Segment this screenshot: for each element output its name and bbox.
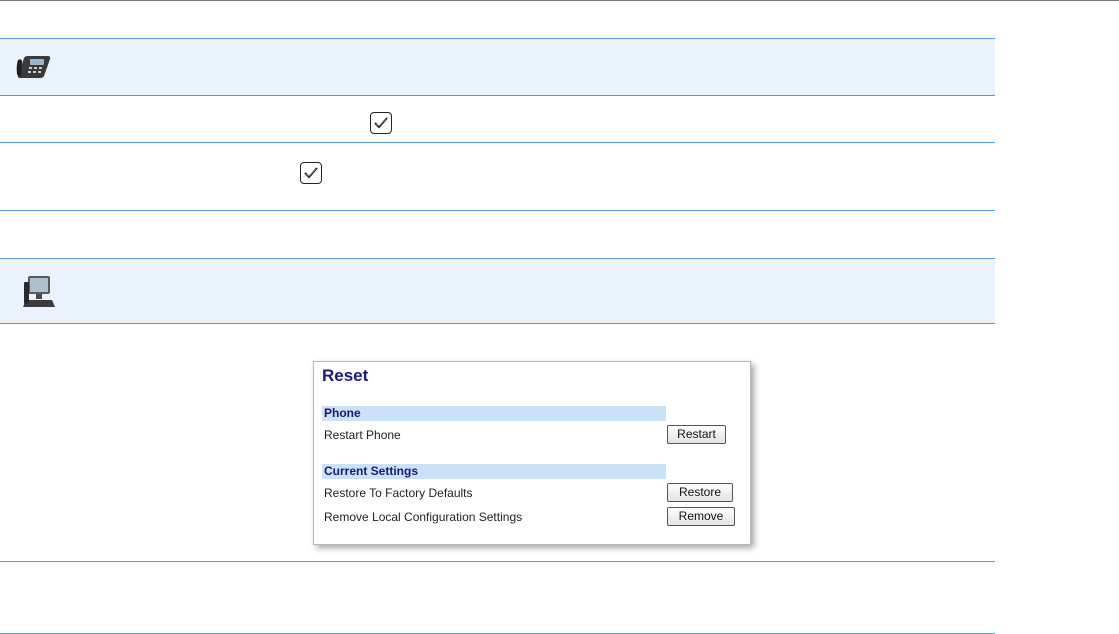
table-rule [0, 323, 995, 324]
restore-button[interactable]: Restore [667, 483, 733, 502]
table-rule [0, 210, 995, 211]
remove-local-config-label: Remove Local Configuration Settings [324, 510, 523, 524]
restore-defaults-label: Restore To Factory Defaults [324, 486, 473, 500]
top-rule [0, 0, 1119, 1]
table-rule [0, 561, 995, 562]
restart-phone-label: Restart Phone [324, 428, 401, 442]
table-rule [0, 38, 995, 39]
table-rule [0, 142, 995, 143]
ip-phone-icon [14, 54, 52, 85]
reset-title: Reset [322, 366, 369, 385]
reset-screenshot: Reset Phone Restart Phone Restart Curren… [313, 361, 751, 545]
computer-icon [22, 274, 56, 315]
table-rule [0, 95, 995, 96]
table-rule [0, 258, 995, 259]
restart-button[interactable]: Restart [667, 425, 726, 444]
checkbox-checked-icon [370, 112, 392, 134]
section-current-settings: Current Settings [322, 464, 666, 479]
checkbox-checked-icon [300, 162, 322, 184]
remove-button[interactable]: Remove [667, 507, 735, 526]
section-phone: Phone [322, 406, 666, 421]
web-ui-band [0, 259, 995, 323]
phone-ui-band [0, 39, 995, 95]
